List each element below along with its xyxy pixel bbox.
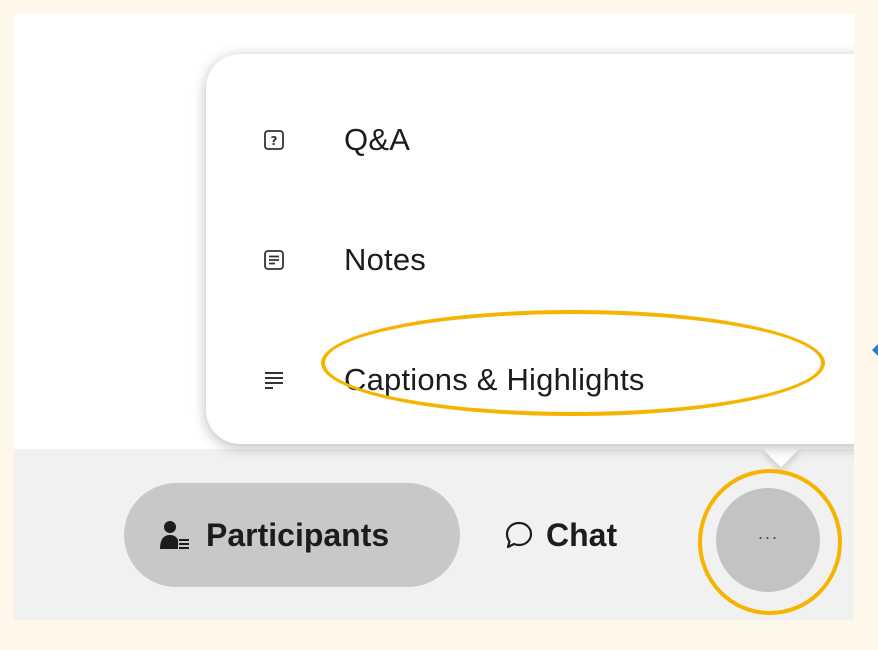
participants-button[interactable]: Participants [124, 483, 460, 587]
app-window: ? Q&A Notes Captions & Highlights Partic… [14, 14, 854, 620]
lines-icon [262, 368, 286, 392]
more-options-popup: ? Q&A Notes Captions & Highlights [206, 54, 854, 444]
more-options-button[interactable]: ··· [716, 488, 820, 592]
menu-item-captions-highlights[interactable]: Captions & Highlights [206, 340, 806, 420]
chat-bubble-icon [504, 520, 534, 550]
more-dots-icon: ··· [757, 526, 779, 547]
chat-button[interactable]: Chat [504, 492, 617, 578]
question-box-icon: ? [262, 128, 286, 152]
participants-label: Participants [206, 516, 390, 553]
menu-item-qa[interactable]: ? Q&A [206, 100, 806, 180]
note-icon [262, 248, 286, 272]
menu-item-label: Captions & Highlights [344, 362, 645, 397]
menu-item-notes[interactable]: Notes [206, 220, 806, 300]
participants-icon [160, 519, 190, 551]
menu-item-label: Q&A [344, 122, 411, 157]
svg-text:?: ? [271, 134, 278, 148]
chat-label: Chat [546, 516, 618, 553]
menu-item-label: Notes [344, 242, 426, 277]
arrow-pointer-icon [872, 343, 878, 357]
